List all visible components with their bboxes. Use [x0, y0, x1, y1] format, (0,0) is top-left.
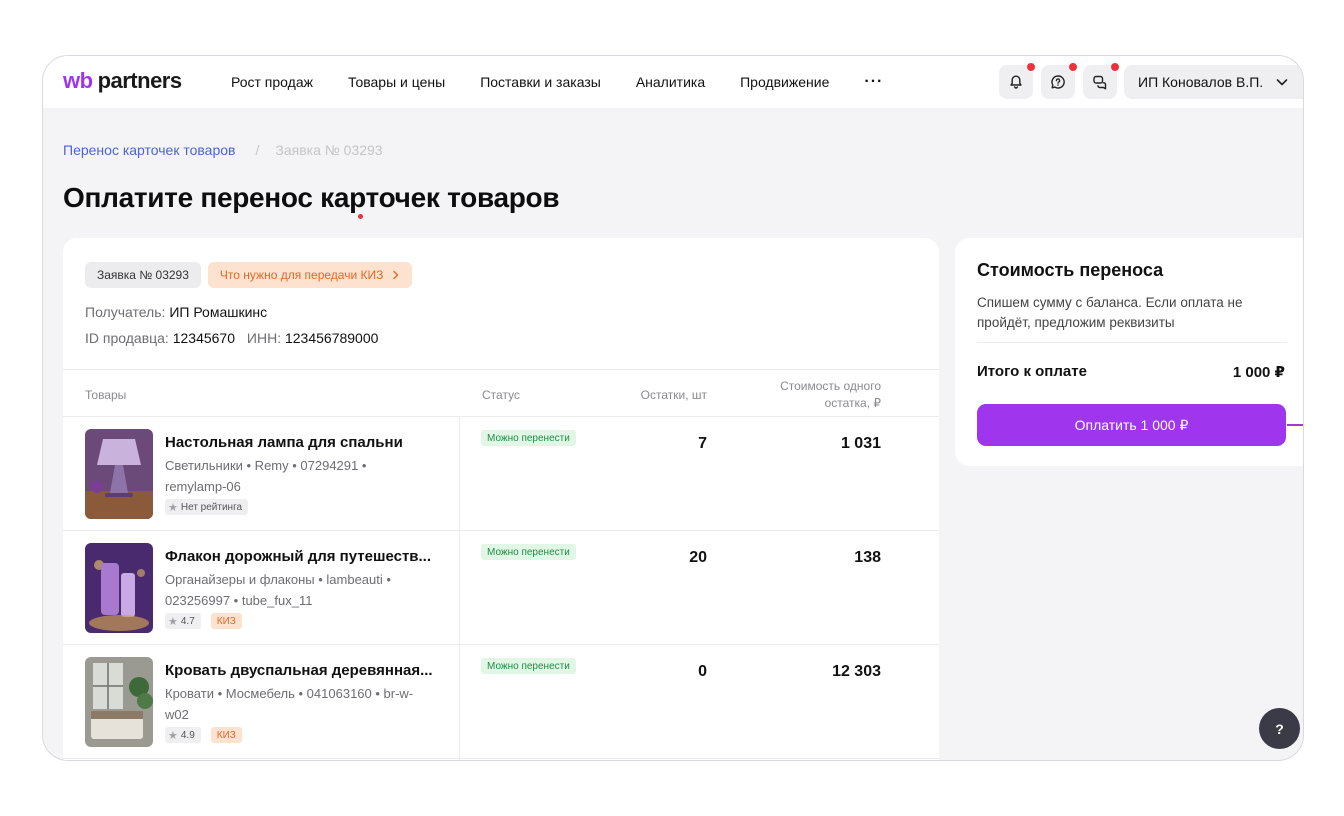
- total-label: Итого к оплате: [977, 363, 1087, 380]
- table-row[interactable]: Кровать двуспальная деревянная... Кроват…: [63, 645, 939, 759]
- column-divider: [459, 417, 460, 760]
- star-icon: ★: [168, 729, 178, 742]
- recipient-line: Получатель: ИП Ромашкинс: [85, 304, 267, 320]
- recipient-label: Получатель:: [85, 304, 166, 320]
- breadcrumb-link[interactable]: Перенос карточек товаров: [63, 142, 235, 158]
- col-price-line2: остатка, ₽: [824, 396, 881, 410]
- support-icon: [1051, 75, 1065, 89]
- support-button[interactable]: [1041, 62, 1078, 99]
- notification-dot: [1068, 62, 1078, 72]
- kiz-badge: КИЗ: [210, 727, 242, 743]
- star-icon: ★: [168, 501, 178, 514]
- red-dot-marker: [358, 214, 363, 219]
- col-price: Стоимость одного остатка, ₽: [780, 379, 881, 410]
- top-header: wb partners Рост продаж Товары и цены По…: [43, 56, 1303, 108]
- seller-id-value: 12345670: [172, 330, 236, 346]
- user-name: ИП Коновалов В.П.: [1138, 74, 1264, 90]
- breadcrumb-separator: /: [255, 142, 260, 158]
- order-number-chip: Заявка № 03293: [85, 262, 201, 288]
- recipient-value: ИП Ромашкинс: [169, 304, 268, 320]
- col-stock: Остатки, шт: [640, 388, 707, 402]
- breadcrumb: Перенос карточек товаров / Заявка № 0329…: [63, 142, 383, 158]
- cost-card: Стоимость переноса Спишем сумму с баланс…: [955, 238, 1303, 466]
- bell-icon: [1010, 75, 1022, 89]
- cost-title: Стоимость переноса: [977, 260, 1164, 280]
- product-image-lamp: [85, 429, 153, 519]
- chat-icon: [1093, 75, 1107, 90]
- chevron-right-icon: [393, 270, 399, 280]
- product-meta: Светильники • Remy • 07294291 • remylamp…: [165, 458, 367, 494]
- nav-item-sales-growth[interactable]: Рост продаж: [231, 74, 313, 90]
- nav-item-analytics[interactable]: Аналитика: [636, 74, 705, 90]
- star-icon: ★: [168, 615, 178, 628]
- product-meta: Кровати • Мосмебель • 041063160 • br-w-w…: [165, 686, 414, 722]
- app-window: wb partners Рост продаж Товары и цены По…: [42, 55, 1304, 761]
- inn-label: ИНН:: [246, 330, 282, 346]
- nav-item-supplies-orders[interactable]: Поставки и заказы: [480, 74, 601, 90]
- rating-badge: ★ Нет рейтинга: [165, 499, 249, 515]
- table-header: Товары Статус Остатки, шт Стоимость одно…: [63, 369, 939, 417]
- seller-id-label: ID продавца:: [85, 330, 169, 346]
- notification-dot: [1026, 62, 1036, 72]
- product-image-bottle: [85, 543, 153, 633]
- kiz-info-chip[interactable]: Что нужно для передачи КИЗ: [207, 262, 413, 288]
- price-value: 1 031: [840, 435, 881, 452]
- status-badge: Можно перенести: [481, 658, 576, 674]
- col-price-line1: Стоимость одного: [780, 379, 881, 393]
- divider: [977, 342, 1287, 343]
- product-badges: ★ 4.9 КИЗ: [165, 727, 242, 743]
- help-button[interactable]: ?: [1259, 708, 1300, 749]
- logo-partners: partners: [97, 68, 183, 93]
- order-card: Заявка № 03293 Что нужно для передачи КИ…: [63, 238, 939, 760]
- nav-more-button[interactable]: ···: [864, 73, 883, 91]
- logo-wb: wb: [63, 68, 93, 93]
- product-name[interactable]: Флакон дорожный для путешеств...: [165, 548, 431, 565]
- price-value: 12 303: [832, 663, 881, 680]
- price-value: 138: [854, 549, 881, 566]
- status-badge: Можно перенести: [481, 544, 576, 560]
- cost-description: Спишем сумму с баланса. Если оплата не п…: [977, 295, 1243, 330]
- notifications-button[interactable]: [999, 62, 1036, 99]
- product-badges: ★ 4.7 КИЗ: [165, 613, 242, 629]
- col-goods: Товары: [85, 388, 127, 402]
- user-menu-button[interactable]: ИП Коновалов В.П.: [1124, 65, 1303, 99]
- product-badges: ★ Нет рейтинга: [165, 499, 258, 515]
- table-row[interactable]: Флакон дорожный для путешеств... Органай…: [63, 531, 939, 645]
- table-row[interactable]: Настольная лампа для спальни Светильники…: [63, 417, 939, 531]
- product-name[interactable]: Настольная лампа для спальни: [165, 434, 403, 451]
- inn-value: 123456789000: [284, 330, 379, 346]
- stock-value: 0: [698, 663, 707, 680]
- rating-value: Нет рейтинга: [180, 501, 243, 513]
- nav-item-promotion[interactable]: Продвижение: [740, 74, 829, 90]
- col-status: Статус: [482, 388, 520, 402]
- kiz-badge: КИЗ: [210, 613, 242, 629]
- rating-badge: ★ 4.9: [165, 727, 201, 743]
- rating-value: 4.9: [180, 729, 195, 741]
- breadcrumb-current: Заявка № 03293: [275, 142, 383, 158]
- chevron-down-icon: [1276, 79, 1288, 86]
- kiz-info-label: Что нужно для передачи КИЗ: [219, 268, 384, 282]
- product-meta: Органайзеры и флаконы • lambeauti • 0232…: [165, 572, 391, 608]
- accent-line: [1287, 424, 1303, 426]
- rating-badge: ★ 4.7: [165, 613, 201, 629]
- pay-button[interactable]: Оплатить 1 000 ₽: [977, 404, 1286, 446]
- stock-value: 20: [689, 549, 707, 566]
- product-name[interactable]: Кровать двуспальная деревянная...: [165, 662, 433, 679]
- seller-line: ID продавца: 12345670 ИНН: 123456789000: [85, 330, 378, 346]
- main-nav: Рост продаж Товары и цены Поставки и зак…: [231, 56, 918, 108]
- notification-dot: [1110, 62, 1120, 72]
- status-badge: Можно перенести: [481, 430, 576, 446]
- page-title: Оплатите перенос карточек товаров: [63, 182, 560, 213]
- product-image-bed: [85, 657, 153, 747]
- help-icon: ?: [1275, 720, 1284, 737]
- stock-value: 7: [698, 435, 707, 452]
- nav-item-goods-prices[interactable]: Товары и цены: [348, 74, 445, 90]
- header-icons: [999, 62, 1125, 99]
- total-value: 1 000 ₽: [1232, 364, 1285, 381]
- logo[interactable]: wb partners: [63, 68, 182, 94]
- chat-button[interactable]: [1083, 62, 1120, 99]
- rating-value: 4.7: [180, 615, 195, 627]
- order-chips: Заявка № 03293 Что нужно для передачи КИ…: [85, 262, 413, 288]
